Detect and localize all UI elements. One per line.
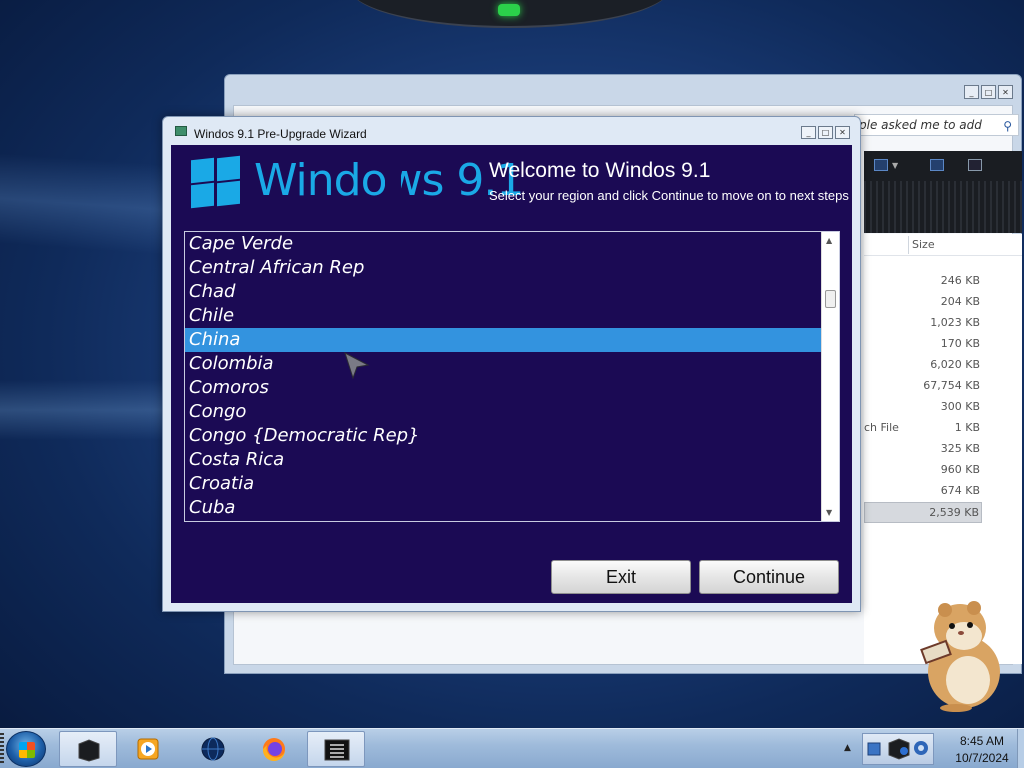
maximize-icon[interactable]: □ (818, 126, 833, 139)
file-size: 246 KB (940, 274, 980, 287)
file-row[interactable]: 67,754 KB (864, 376, 982, 397)
region-list-item[interactable]: Cape Verde (185, 232, 821, 256)
system-tray: ▲ (844, 729, 936, 768)
clock-date[interactable]: 10/7/2024 (946, 751, 1018, 765)
listbox-scrollbar[interactable]: ▲ ▼ (821, 232, 839, 521)
exit-button[interactable]: Exit (551, 560, 691, 594)
wizard-body: Windows 9.1 Welcome to Windos 9.1 Select… (171, 145, 852, 603)
file-row[interactable]: 300 KB (864, 397, 982, 418)
taskbar-item-firefox[interactable] (245, 731, 303, 767)
hamster-mascot-image (912, 600, 1012, 712)
file-size: 2,539 KB (929, 506, 979, 519)
close-icon[interactable]: ✕ (998, 85, 1013, 99)
taskbar: ▲ 8:45 AM 10/7/2024 (0, 728, 1024, 768)
file-size: 325 KB (940, 442, 980, 455)
taskbar-item-globe[interactable] (184, 731, 242, 767)
taskbar-item-wizard[interactable] (307, 731, 365, 767)
terminal-icon (324, 739, 350, 761)
wizard-app-icon (175, 126, 187, 136)
explorer-window-controls: _ □ ✕ (964, 85, 1013, 99)
file-type: ch File (864, 421, 899, 434)
scrollbar-thumb[interactable] (825, 290, 836, 308)
file-size: 67,754 KB (923, 379, 980, 392)
start-button[interactable] (6, 731, 46, 767)
region-list-item[interactable]: Chad (185, 280, 821, 304)
globe-icon (201, 737, 225, 761)
file-size: 1 KB (954, 421, 980, 434)
welcome-title: Welcome to Windos 9.1 (489, 159, 711, 182)
region-list-item[interactable]: Comoros (185, 376, 821, 400)
file-row[interactable]: 674 KB (864, 481, 982, 502)
region-list-item[interactable]: Costa Rica (185, 448, 821, 472)
taskbar-grip (0, 733, 4, 765)
file-size: 204 KB (940, 295, 980, 308)
region-list-item[interactable]: Congo {Democratic Rep} (185, 424, 821, 448)
windows-logo-icon (191, 155, 241, 209)
taskbar-item-media-player[interactable] (120, 731, 178, 767)
view-icon[interactable] (874, 159, 888, 171)
close-icon[interactable]: ✕ (835, 126, 850, 139)
region-listbox[interactable]: Cape Verde Central African Rep Chad Chile Ch… (184, 231, 840, 522)
region-list-item[interactable]: Croatia (185, 472, 821, 496)
column-header-row: Size (864, 234, 1022, 256)
wizard-title: Windos 9.1 Pre-Upgrade Wizard (194, 127, 367, 141)
file-size: 6,020 KB (930, 358, 980, 371)
minimize-icon[interactable]: _ (801, 126, 816, 139)
file-size: 300 KB (940, 400, 980, 413)
chevron-down-icon[interactable]: ▼ (892, 161, 898, 170)
clock-time[interactable]: 8:45 AM (946, 734, 1018, 748)
notch-led (498, 4, 520, 16)
region-list-item[interactable]: Chile (185, 304, 821, 328)
continue-button[interactable]: Continue (699, 560, 839, 594)
volume-icon[interactable] (912, 739, 930, 757)
file-row[interactable]: 325 KB (864, 439, 982, 460)
welcome-subtitle: Select your region and click Continue to… (489, 188, 849, 203)
preview-area (864, 181, 1022, 233)
scroll-down-icon[interactable]: ▼ (826, 508, 832, 517)
column-separator[interactable] (908, 236, 909, 254)
windows-flag-icon (19, 742, 35, 758)
black-window-icon (78, 739, 100, 762)
black-box-tray-icon[interactable] (886, 735, 912, 761)
logo-missing-letter (385, 157, 401, 211)
explorer-search-text: ple asked me to add (859, 118, 982, 132)
wizard-titlebar[interactable]: Windos 9.1 Pre-Upgrade Wizard _ □ ✕ (163, 117, 860, 145)
region-list-item[interactable]: Cuba (185, 496, 821, 520)
tray-expand-icon[interactable]: ▲ (844, 743, 851, 753)
file-row[interactable]: 1,023 KB (864, 313, 982, 334)
scroll-up-icon[interactable]: ▲ (826, 236, 832, 245)
column-header-size[interactable]: Size (912, 238, 935, 251)
file-row[interactable]: 246 KB (864, 271, 982, 292)
top-notch-bar (350, 0, 670, 28)
maximize-icon[interactable]: □ (981, 85, 996, 99)
search-icon[interactable]: ⚲ (1003, 119, 1012, 133)
minimize-icon[interactable]: _ (964, 85, 979, 99)
wizard-window-controls: _ □ ✕ (801, 126, 850, 139)
explorer-search-input[interactable]: ple asked me to add ⚲ (854, 114, 1019, 136)
taskbar-item-explorer[interactable] (59, 731, 117, 767)
show-desktop-button[interactable] (1017, 729, 1024, 768)
file-row[interactable]: 204 KB (864, 292, 982, 313)
help-icon[interactable] (968, 159, 982, 171)
file-size: 1,023 KB (930, 316, 980, 329)
file-row[interactable]: ch File 1 KB (864, 418, 982, 439)
wizard-window[interactable]: Windos 9.1 Pre-Upgrade Wizard _ □ ✕ Wind… (162, 116, 861, 612)
region-list-item[interactable]: Colombia (185, 352, 821, 376)
region-list-item[interactable]: Central African Rep (185, 256, 821, 280)
region-list: Cape Verde Central African Rep Chad Chile Ch… (185, 232, 839, 520)
file-row[interactable]: 960 KB (864, 460, 982, 481)
preview-pane-icon[interactable] (930, 159, 944, 171)
file-row[interactable]: 6,020 KB (864, 355, 982, 376)
media-player-icon (137, 738, 159, 760)
file-size: 170 KB (940, 337, 980, 350)
file-row[interactable]: 2,539 KB (864, 502, 982, 523)
file-size: 674 KB (940, 484, 980, 497)
file-row[interactable]: 170 KB (864, 334, 982, 355)
region-list-item[interactable]: China (185, 328, 821, 352)
region-list-item[interactable]: Congo (185, 400, 821, 424)
explorer-preview-toolbar: ▼ (864, 151, 1022, 233)
firefox-icon (262, 738, 285, 761)
file-size: 960 KB (940, 463, 980, 476)
